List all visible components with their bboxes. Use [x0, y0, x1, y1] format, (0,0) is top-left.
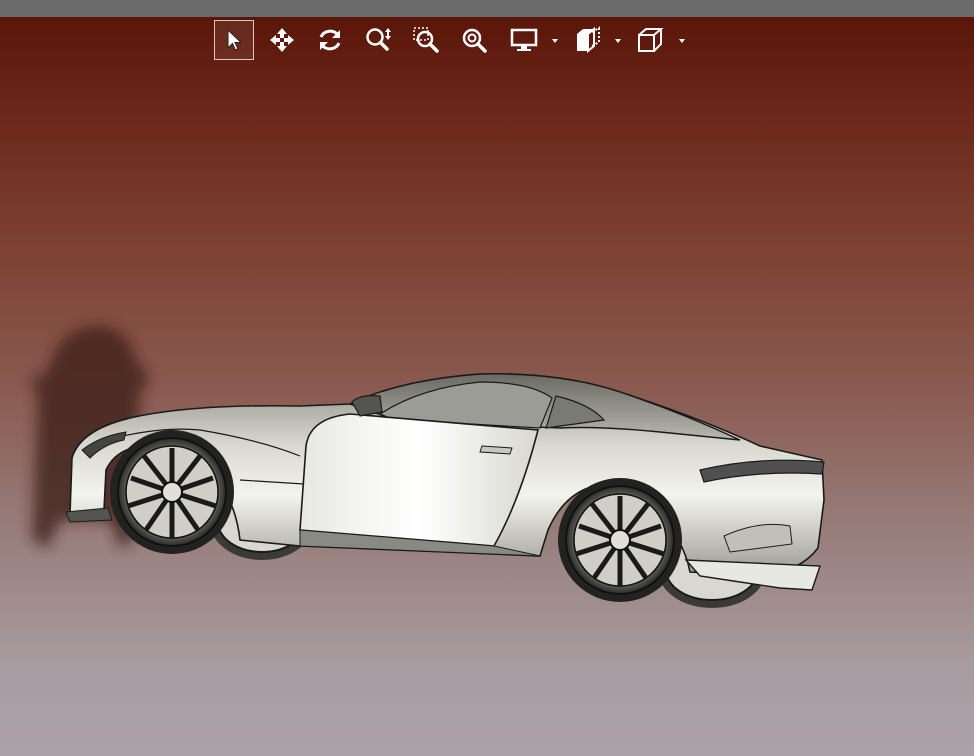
display-mode-dropdown-icon[interactable] — [550, 37, 560, 45]
section-box-icon — [577, 26, 600, 54]
section-dropdown-icon[interactable] — [613, 37, 623, 45]
view-orientation-button[interactable] — [630, 20, 670, 60]
move-arrows-icon — [270, 28, 294, 52]
front-wheel-near — [110, 430, 234, 554]
select-tool-button[interactable] — [214, 20, 254, 60]
rotate-tool-button[interactable] — [310, 20, 350, 60]
view-toolbar — [212, 20, 702, 62]
zoom-fit-button[interactable] — [454, 20, 494, 60]
zoom-fit-icon — [462, 28, 487, 53]
rear-wheel-near — [558, 478, 682, 602]
cube-icon — [638, 28, 664, 52]
pointer-icon — [227, 28, 243, 51]
display-mode-button[interactable] — [504, 20, 544, 60]
zoom-updown-icon — [366, 28, 391, 51]
monitor-icon — [510, 28, 538, 51]
car-model-render[interactable] — [0, 17, 974, 756]
rotate-icon — [319, 29, 341, 51]
pan-tool-button[interactable] — [262, 20, 302, 60]
section-tool-button[interactable] — [568, 20, 608, 60]
zoom-tool-button[interactable] — [358, 20, 398, 60]
window-titlebar — [0, 0, 974, 17]
zoom-window-button[interactable] — [406, 20, 446, 60]
view-orientation-dropdown-icon[interactable] — [677, 37, 687, 45]
3d-viewport[interactable] — [0, 17, 974, 756]
zoom-window-icon — [413, 27, 439, 53]
